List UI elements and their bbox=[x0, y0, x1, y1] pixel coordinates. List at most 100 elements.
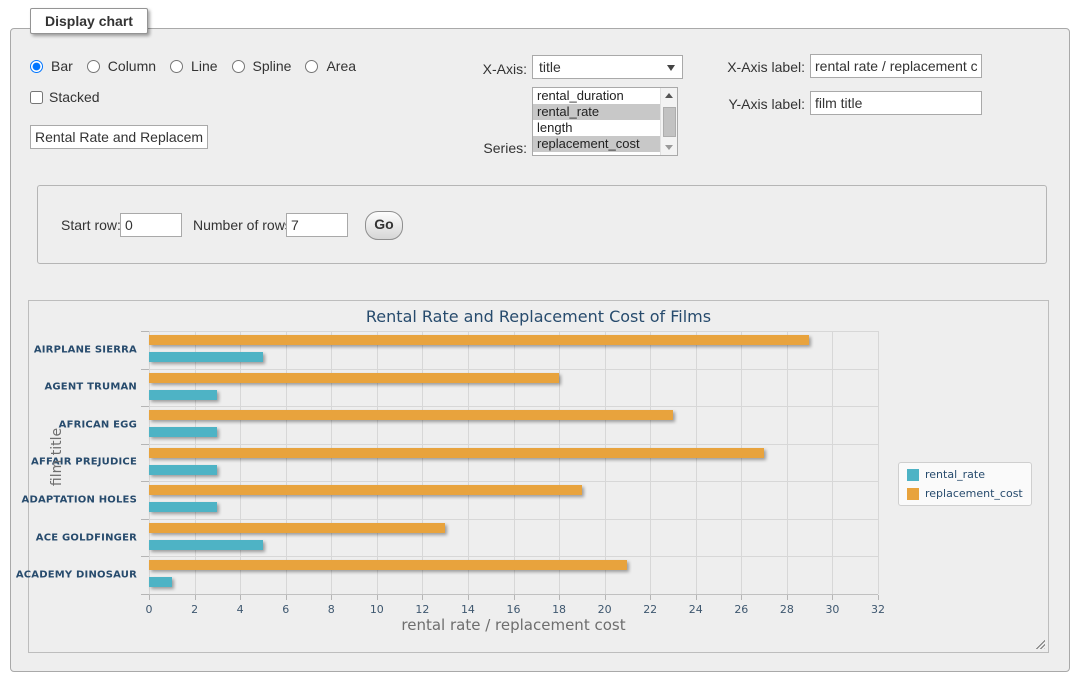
number-of-rows-label: Number of rows: bbox=[193, 217, 296, 233]
chart-type-radio-bar[interactable] bbox=[30, 60, 43, 73]
chart-type-radio-column[interactable] bbox=[87, 60, 100, 73]
x-axis-title: rental rate / replacement cost bbox=[149, 616, 878, 634]
bar-replacement_cost[interactable] bbox=[149, 448, 764, 458]
x-tick bbox=[787, 595, 788, 600]
category-row: AGENT TRUMAN bbox=[149, 369, 878, 407]
y-axis-label-input[interactable] bbox=[810, 91, 982, 115]
bar-replacement_cost[interactable] bbox=[149, 485, 582, 495]
legend-label: rental_rate bbox=[925, 468, 985, 481]
bar-replacement_cost[interactable] bbox=[149, 410, 673, 420]
chart-title-input[interactable] bbox=[30, 125, 208, 149]
x-tick-label: 24 bbox=[689, 603, 703, 616]
bar-rental_rate[interactable] bbox=[149, 465, 217, 475]
x-tick bbox=[240, 595, 241, 600]
x-tick bbox=[468, 595, 469, 600]
resize-handle-icon[interactable] bbox=[1034, 638, 1045, 649]
x-tick-label: 30 bbox=[825, 603, 839, 616]
bar-rental_rate[interactable] bbox=[149, 540, 263, 550]
series-scrollbar[interactable] bbox=[660, 88, 677, 155]
start-row-input[interactable] bbox=[120, 213, 182, 237]
x-tick bbox=[878, 595, 879, 600]
x-axis-select[interactable]: title bbox=[532, 55, 683, 79]
x-tick-label: 12 bbox=[415, 603, 429, 616]
category-label: ACE GOLDFINGER bbox=[36, 532, 137, 543]
bar-rental_rate[interactable] bbox=[149, 352, 263, 362]
category-label: ADAPTATION HOLES bbox=[22, 495, 138, 506]
bar-rental_rate[interactable] bbox=[149, 390, 217, 400]
stacked-row: Stacked bbox=[30, 89, 100, 105]
scrollbar-thumb[interactable] bbox=[663, 107, 676, 137]
chart-type-radio-spline[interactable] bbox=[232, 60, 245, 73]
series-listbox[interactable]: rental_durationrental_ratelengthreplacem… bbox=[532, 87, 678, 156]
y-tick bbox=[141, 594, 149, 595]
x-tick bbox=[514, 595, 515, 600]
series-option-length[interactable]: length bbox=[533, 120, 677, 136]
rows-panel: Start row: Number of rows: Go bbox=[37, 185, 1047, 264]
x-tick-label: 20 bbox=[598, 603, 612, 616]
bar-replacement_cost[interactable] bbox=[149, 335, 809, 345]
category-row: AFFAIR PREJUDICE bbox=[149, 444, 878, 482]
x-tick bbox=[832, 595, 833, 600]
x-tick bbox=[377, 595, 378, 600]
legend-label: replacement_cost bbox=[925, 487, 1023, 500]
x-tick bbox=[650, 595, 651, 600]
y-tick bbox=[141, 331, 149, 332]
chart-type-radio-line[interactable] bbox=[170, 60, 183, 73]
category-label: AFRICAN EGG bbox=[59, 419, 137, 430]
chart-type-label-spline: Spline bbox=[253, 58, 292, 74]
chart-type-label-line: Line bbox=[191, 58, 217, 74]
category-row: ACE GOLDFINGER bbox=[149, 519, 878, 557]
go-button[interactable]: Go bbox=[365, 211, 403, 240]
bar-rental_rate[interactable] bbox=[149, 502, 217, 512]
number-of-rows-input[interactable] bbox=[286, 213, 348, 237]
stacked-label: Stacked bbox=[49, 89, 100, 105]
series-option-replacement_cost[interactable]: replacement_cost bbox=[533, 136, 677, 152]
x-axis-label-caption: X-Axis label: bbox=[705, 59, 805, 75]
scroll-down-icon[interactable] bbox=[661, 140, 677, 155]
x-tick-label: 0 bbox=[146, 603, 153, 616]
y-tick bbox=[141, 519, 149, 520]
category-label: ACADEMY DINOSAUR bbox=[16, 570, 137, 581]
series-label: Series: bbox=[450, 140, 527, 156]
x-tick-label: 2 bbox=[191, 603, 198, 616]
x-tick-label: 6 bbox=[282, 603, 289, 616]
bar-replacement_cost[interactable] bbox=[149, 523, 445, 533]
series-option-rental_duration[interactable]: rental_duration bbox=[533, 88, 677, 104]
x-axis-label-input[interactable] bbox=[810, 54, 982, 78]
chevron-down-icon bbox=[667, 65, 675, 71]
y-tick bbox=[141, 369, 149, 370]
legend-swatch-icon bbox=[907, 488, 919, 500]
chart-type-label-column: Column bbox=[108, 58, 156, 74]
legend-item-replacement_cost[interactable]: replacement_cost bbox=[907, 487, 1023, 500]
bar-rental_rate[interactable] bbox=[149, 577, 172, 587]
x-tick-label: 22 bbox=[643, 603, 657, 616]
y-tick bbox=[141, 556, 149, 557]
start-row-label: Start row: bbox=[61, 217, 121, 233]
y-tick bbox=[141, 406, 149, 407]
chart-type-radio-area[interactable] bbox=[305, 60, 318, 73]
x-axis-select-label: X-Axis: bbox=[450, 61, 527, 77]
chart-container: Rental Rate and Replacement Cost of Film… bbox=[28, 300, 1049, 653]
bar-replacement_cost[interactable] bbox=[149, 373, 559, 383]
y-tick bbox=[141, 481, 149, 482]
category-row: AFRICAN EGG bbox=[149, 406, 878, 444]
panel-title: Display chart bbox=[30, 8, 148, 34]
x-tick-label: 8 bbox=[328, 603, 335, 616]
legend-item-rental_rate[interactable]: rental_rate bbox=[907, 468, 1023, 481]
bar-replacement_cost[interactable] bbox=[149, 560, 627, 570]
stacked-checkbox[interactable] bbox=[30, 91, 43, 104]
scroll-up-icon[interactable] bbox=[661, 88, 677, 103]
x-tick-label: 16 bbox=[507, 603, 521, 616]
category-row: ACADEMY DINOSAUR bbox=[149, 556, 878, 594]
x-axis-selected-value: title bbox=[539, 59, 561, 75]
x-tick bbox=[195, 595, 196, 600]
x-tick bbox=[149, 595, 150, 600]
bar-rental_rate[interactable] bbox=[149, 427, 217, 437]
x-tick-label: 4 bbox=[237, 603, 244, 616]
series-option-rental_rate[interactable]: rental_rate bbox=[533, 104, 677, 120]
x-tick bbox=[331, 595, 332, 600]
x-tick-label: 10 bbox=[370, 603, 384, 616]
chart-plot-area: AIRPLANE SIERRAAGENT TRUMANAFRICAN EGGAF… bbox=[149, 331, 878, 594]
x-tick bbox=[696, 595, 697, 600]
y-axis-title: film title bbox=[49, 407, 65, 507]
